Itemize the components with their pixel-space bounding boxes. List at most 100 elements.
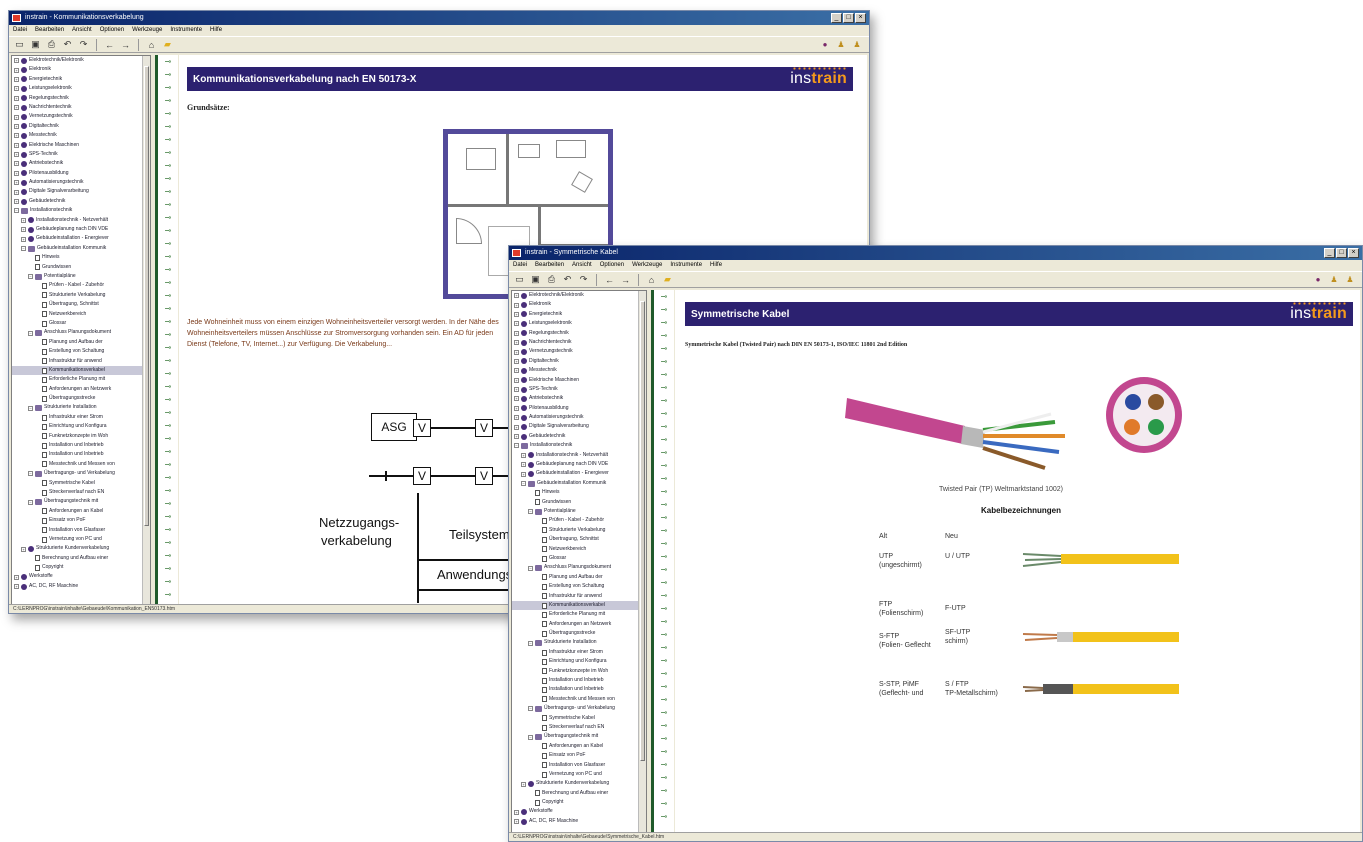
tree-item[interactable]: Funknetzkonzepte im Woh: [512, 667, 646, 676]
scrollbar-thumb[interactable]: [640, 301, 645, 761]
link-icon[interactable]: ⊸: [158, 523, 178, 536]
link-icon[interactable]: ⊸: [158, 328, 178, 341]
expand-icon[interactable]: −: [521, 481, 526, 486]
title-bar[interactable]: instrain - Kommunikationsverkabelung _ □…: [9, 11, 869, 25]
tree-item[interactable]: Einsatz von PoF: [512, 751, 646, 760]
expand-icon[interactable]: +: [14, 161, 19, 167]
link-icon[interactable]: ⊸: [654, 446, 674, 459]
tree-item[interactable]: Anforderungen an Netzwerk: [12, 385, 150, 394]
folder-icon[interactable]: ▰: [161, 38, 174, 51]
tree-item[interactable]: + Digitale Signalverarbeitung: [12, 187, 150, 196]
link-icon[interactable]: ⊸: [158, 354, 178, 367]
expand-icon[interactable]: +: [514, 293, 519, 299]
settings-icon[interactable]: ●: [819, 39, 831, 51]
link-icon[interactable]: ⊸: [654, 628, 674, 641]
link-icon[interactable]: ⊸: [654, 420, 674, 433]
link-icon[interactable]: ⊸: [654, 485, 674, 498]
print-icon[interactable]: ⎙: [45, 38, 58, 51]
link-icon[interactable]: ⊸: [654, 290, 674, 303]
tree-item[interactable]: Grundwissen: [512, 498, 646, 507]
link-icon[interactable]: ⊸: [158, 471, 178, 484]
link-icon[interactable]: ⊸: [158, 536, 178, 549]
expand-icon[interactable]: +: [514, 321, 519, 327]
tree-item[interactable]: − Gebäudeinstallation Kommunik: [12, 244, 150, 253]
expand-icon[interactable]: +: [514, 358, 519, 364]
tree-item[interactable]: + Automatisierungstechnik: [512, 413, 646, 422]
tree-item[interactable]: Messtechnik und Messen von: [512, 695, 646, 704]
tree-item[interactable]: + Gebäudeinstallation - Energiever: [512, 469, 646, 478]
tree-item[interactable]: Vernetzung von PC und: [512, 770, 646, 779]
tree-item[interactable]: Übertragungsstrecke: [12, 394, 150, 403]
link-icon[interactable]: ⊸: [654, 381, 674, 394]
expand-icon[interactable]: [535, 575, 540, 580]
tree-item[interactable]: + Digitaltechnik: [512, 357, 646, 366]
expand-icon[interactable]: [535, 547, 540, 552]
expand-icon[interactable]: [35, 443, 40, 448]
tree-item[interactable]: + Antriebstechnik: [512, 394, 646, 403]
tree-item[interactable]: + Pilotenausbildung: [512, 404, 646, 413]
expand-icon[interactable]: +: [14, 67, 19, 73]
tree-item[interactable]: Symmetrische Kabel: [12, 479, 150, 488]
expand-icon[interactable]: [535, 537, 540, 542]
new-icon[interactable]: ▭: [13, 38, 26, 51]
link-icon[interactable]: ⊸: [654, 602, 674, 615]
link-icon[interactable]: ⊸: [654, 654, 674, 667]
link-icon[interactable]: ⊸: [158, 575, 178, 588]
expand-icon[interactable]: [535, 584, 540, 589]
expand-icon[interactable]: +: [514, 330, 519, 336]
tree-item[interactable]: + Leistungselektronik: [12, 84, 150, 93]
tree-item[interactable]: − Potentialpläne: [512, 507, 646, 516]
tree-item[interactable]: − Installationstechnik: [12, 206, 150, 215]
link-icon[interactable]: ⊸: [158, 94, 178, 107]
expand-icon[interactable]: [535, 669, 540, 674]
title-bar[interactable]: instrain - Symmetrische Kabel _ □ ×: [509, 246, 1362, 260]
tree-item[interactable]: Anforderungen an Netzwerk: [512, 620, 646, 629]
menu-hilfe[interactable]: Hilfe: [210, 25, 222, 36]
menu-optionen[interactable]: Optionen: [100, 25, 124, 36]
link-icon[interactable]: ⊸: [158, 68, 178, 81]
expand-icon[interactable]: +: [514, 434, 519, 440]
home-icon[interactable]: ⌂: [145, 38, 158, 51]
menu-hilfe[interactable]: Hilfe: [710, 260, 722, 271]
expand-icon[interactable]: +: [14, 152, 19, 158]
tree-item[interactable]: + Gebäudeplanung nach DIN VDE: [512, 460, 646, 469]
tree-item[interactable]: − Übertragungstechnik mit: [512, 732, 646, 741]
expand-icon[interactable]: [35, 481, 40, 486]
link-icon[interactable]: ⊸: [158, 315, 178, 328]
maximize-button[interactable]: □: [1336, 248, 1347, 258]
expand-icon[interactable]: [35, 302, 40, 307]
link-icon[interactable]: ⊸: [158, 250, 178, 263]
tree-item[interactable]: − Anschluss Planungsdokument: [12, 328, 150, 337]
expand-icon[interactable]: +: [514, 349, 519, 355]
expand-icon[interactable]: +: [514, 405, 519, 411]
tree-item[interactable]: + SPS-Technik: [12, 150, 150, 159]
expand-icon[interactable]: [535, 659, 540, 664]
expand-icon[interactable]: +: [21, 227, 26, 233]
tree-item[interactable]: + Gebäudetechnik: [12, 197, 150, 206]
tree-item[interactable]: Funknetzkonzepte im Woh: [12, 432, 150, 441]
tree-item[interactable]: + Elektronik: [12, 65, 150, 74]
minimize-button[interactable]: _: [831, 13, 842, 23]
menu-bearbeiten[interactable]: Bearbeiten: [35, 25, 64, 36]
expand-icon[interactable]: +: [14, 180, 19, 186]
link-icon[interactable]: ⊸: [158, 120, 178, 133]
tree-item[interactable]: Anforderungen an Kabel: [12, 507, 150, 516]
link-icon[interactable]: ⊸: [654, 680, 674, 693]
expand-icon[interactable]: [35, 434, 40, 439]
expand-icon[interactable]: +: [14, 105, 19, 111]
link-icon[interactable]: ⊸: [158, 458, 178, 471]
expand-icon[interactable]: +: [21, 546, 26, 552]
link-icon[interactable]: ⊸: [654, 368, 674, 381]
tree-item[interactable]: Installation von Glasfaser: [512, 761, 646, 770]
expand-icon[interactable]: [35, 368, 40, 373]
link-icon[interactable]: ⊸: [158, 107, 178, 120]
expand-icon[interactable]: +: [14, 189, 19, 195]
link-icon[interactable]: ⊸: [158, 419, 178, 432]
forward-icon[interactable]: ↷: [577, 273, 590, 286]
link-icon[interactable]: ⊸: [654, 667, 674, 680]
expand-icon[interactable]: [535, 650, 540, 655]
tree-item[interactable]: + Regelungstechnik: [12, 94, 150, 103]
expand-icon[interactable]: −: [528, 509, 533, 515]
expand-icon[interactable]: +: [14, 142, 19, 148]
tree-item[interactable]: + Elektrische Maschinen: [512, 376, 646, 385]
